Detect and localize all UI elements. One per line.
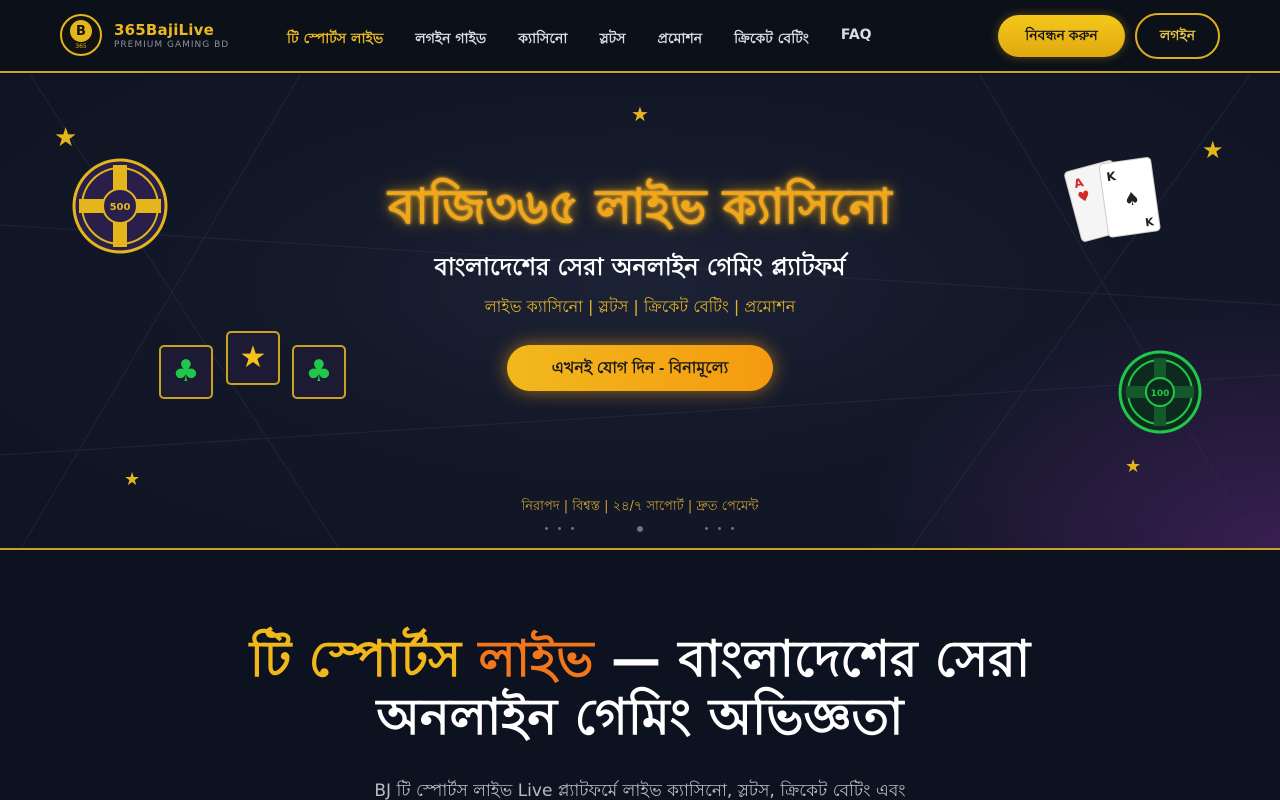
login-button[interactable]: লগইন — [1135, 13, 1220, 59]
top-navbar: B 365 365BajiLive PREMIUM GAMING BD টি স… — [0, 0, 1280, 73]
clover-icon: ♣ — [172, 354, 200, 389]
nav-item-faq[interactable]: FAQ — [841, 27, 872, 51]
hero-title: বাজি৩৬৫ লাইভ ক্যাসিনো — [388, 179, 892, 235]
hero-trust-badges: নিরাপদ | বিশ্বস্ত | ২৪/৭ সাপোর্ট | দ্রুত… — [521, 499, 759, 514]
section-heading: টি স্পোর্টস লাইভ — বাংলাদেশের সেরা অনলাই… — [0, 630, 1280, 746]
chip-green-value: 100 — [1151, 389, 1170, 399]
nav-item-t-sports-live[interactable]: টি স্পোর্টস লাইভ — [287, 27, 383, 51]
hero-banner: ★ ★ ★ ★ ★ 500 ♣ ★ ♣ A ♥ K ♠ K 100 বাজি৩৬… — [0, 75, 1280, 550]
nav-item-login-guide[interactable]: লগইন গাইড — [415, 27, 486, 51]
carousel-dot[interactable] — [705, 527, 708, 530]
carousel-dot-active[interactable] — [637, 526, 643, 532]
slot-clover-tile: ♣ — [292, 345, 346, 399]
casino-chip-green-icon: 100 — [1118, 350, 1202, 434]
star-icon: ★ — [239, 340, 267, 375]
heading-highlight-t-sports: টি স্পোর্টস — [249, 630, 462, 688]
carousel-dot[interactable] — [558, 527, 561, 530]
register-button[interactable]: নিবন্ধন করুন — [998, 15, 1125, 57]
star-icon: ★ — [54, 123, 78, 153]
star-icon: ★ — [124, 469, 141, 490]
nav-links: টি স্পোর্টস লাইভ লগইন গাইড ক্যাসিনো স্লট… — [287, 27, 872, 51]
heading-highlight-live: লাইভ — [478, 630, 594, 688]
hero-subtitle: বাংলাদেশের সেরা অনলাইন গেমিং প্ল্যাটফর্ম — [434, 253, 846, 281]
carousel-indicators — [0, 526, 1280, 535]
carousel-dot[interactable] — [731, 527, 734, 530]
hero-tagline: লাইভ ক্যাসিনো | স্লটস | ক্রিকেট বেটিং | … — [484, 297, 796, 316]
star-icon: ★ — [1125, 456, 1142, 477]
logo-subtitle: PREMIUM GAMING BD — [114, 39, 230, 50]
heading-text: — বাংলাদেশের সেরা — [593, 630, 1031, 688]
carousel-dot[interactable] — [545, 527, 548, 530]
site-logo[interactable]: B 365 365BajiLive PREMIUM GAMING BD — [60, 14, 229, 56]
heading-line-2: অনলাইন গেমিং অভিজ্ঞতা — [376, 688, 904, 746]
clover-icon: ♣ — [305, 354, 333, 389]
nav-item-cricket-betting[interactable]: ক্রিকেট বেটিং — [734, 27, 809, 51]
logo-badge-number: 365 — [75, 43, 87, 50]
nav-item-casino[interactable]: ক্যাসিনো — [518, 27, 567, 51]
nav-item-slots[interactable]: স্লটস — [599, 27, 625, 51]
slot-star-tile: ★ — [226, 331, 280, 385]
star-icon: ★ — [1202, 136, 1224, 164]
logo-badge-icon: B 365 — [60, 14, 102, 56]
carousel-dot[interactable] — [718, 527, 721, 530]
logo-title: 365BajiLive — [114, 20, 215, 39]
logo-badge-letter: B — [70, 20, 92, 42]
nav-item-promotion[interactable]: প্রমোশন — [658, 27, 703, 51]
star-icon: ★ — [631, 102, 649, 126]
section-description: BJ টি স্পোর্টস লাইভ Live প্ল্যাটফর্মে লা… — [374, 781, 906, 800]
join-now-button[interactable]: এখনই যোগ দিন - বিনামূল্যে — [507, 345, 773, 391]
slot-clover-tile: ♣ — [159, 345, 213, 399]
carousel-dot[interactable] — [571, 527, 574, 530]
